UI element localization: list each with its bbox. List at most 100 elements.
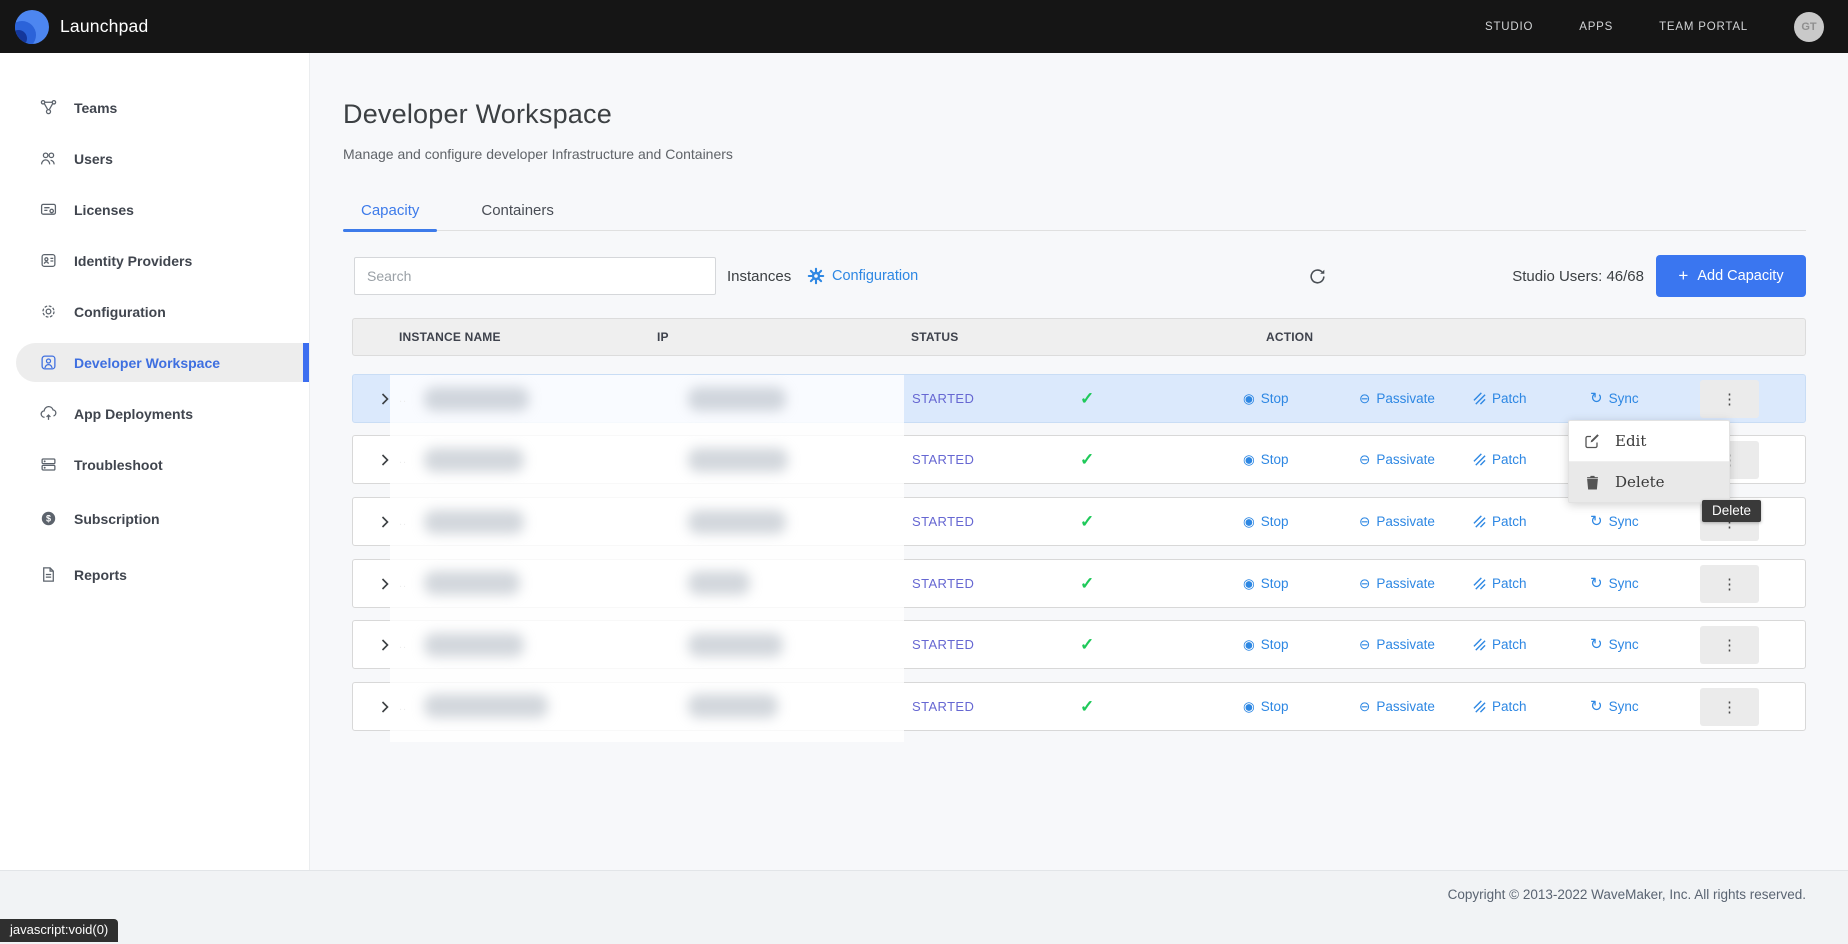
- passivate-label: Passivate: [1376, 391, 1435, 406]
- stop-icon: ◉: [1243, 392, 1255, 406]
- passivate-action[interactable]: ⊖Passivate: [1359, 560, 1435, 607]
- stop-action[interactable]: ◉Stop: [1243, 621, 1289, 668]
- sidebar-item-teams[interactable]: Teams: [0, 82, 309, 133]
- redacted-ip: [688, 387, 786, 411]
- sidebar-item-label: Configuration: [74, 304, 166, 320]
- search-input[interactable]: [354, 257, 716, 295]
- patch-icon: [1473, 638, 1486, 651]
- browser-status-bar: javascript:void(0): [0, 919, 118, 942]
- sync-label: Sync: [1609, 391, 1639, 406]
- sync-label: Sync: [1609, 576, 1639, 591]
- tab-capacity[interactable]: Capacity: [343, 190, 437, 230]
- passivate-action[interactable]: ⊖Passivate: [1359, 683, 1435, 730]
- configuration-link-label: Configuration: [832, 268, 918, 284]
- sync-icon: ↻: [1590, 576, 1603, 591]
- redacted-instance-name: [424, 694, 548, 718]
- sync-icon: ↻: [1590, 514, 1603, 529]
- passivate-icon: ⊖: [1359, 515, 1370, 529]
- row-menu-button[interactable]: ⋮: [1700, 688, 1759, 726]
- sync-action[interactable]: ↻Sync: [1590, 621, 1639, 668]
- menu-item-edit[interactable]: Edit: [1569, 421, 1729, 462]
- sidebar-item-reports[interactable]: Reports: [0, 549, 309, 600]
- expand-chevron-icon[interactable]: [381, 683, 389, 730]
- passivate-action[interactable]: ⊖ Passivate: [1359, 375, 1435, 422]
- delete-tooltip: Delete: [1702, 500, 1761, 522]
- sidebar-item-troubleshoot[interactable]: Troubleshoot: [0, 439, 309, 490]
- expand-chevron-icon[interactable]: [381, 498, 389, 545]
- gear-icon: [807, 267, 825, 285]
- user-avatar[interactable]: GT: [1794, 12, 1824, 42]
- passivate-action[interactable]: ⊖Passivate: [1359, 621, 1435, 668]
- page-title: Developer Workspace: [343, 99, 612, 130]
- stop-label: Stop: [1261, 391, 1289, 406]
- stop-icon: ◉: [1243, 453, 1255, 467]
- sync-action[interactable]: ↻Sync: [1590, 375, 1639, 422]
- refresh-button[interactable]: [1308, 257, 1327, 295]
- sidebar-item-label: Reports: [74, 567, 127, 583]
- identity-providers-icon: [40, 252, 57, 269]
- row-menu-button[interactable]: ⋮: [1700, 626, 1759, 664]
- sidebar-item-identity-providers[interactable]: Identity Providers: [0, 235, 309, 286]
- sidebar-item-label: Developer Workspace: [74, 355, 220, 371]
- column-instance-name: INSTANCE NAME: [399, 319, 501, 355]
- column-status: STATUS: [911, 319, 958, 355]
- expand-chevron-icon[interactable]: [381, 621, 389, 668]
- patch-icon: [1473, 577, 1486, 590]
- stop-icon: ◉: [1243, 638, 1255, 652]
- users-icon: [40, 150, 57, 167]
- configuration-link[interactable]: Configuration: [807, 257, 918, 295]
- stop-action[interactable]: ◉Stop: [1243, 560, 1289, 607]
- stop-action[interactable]: ◉Stop: [1243, 498, 1289, 545]
- patch-action[interactable]: Patch: [1473, 498, 1527, 545]
- passivate-icon: ⊖: [1359, 700, 1370, 714]
- sync-action[interactable]: ↻Sync: [1590, 498, 1639, 545]
- patch-action[interactable]: Patch: [1473, 436, 1527, 483]
- sidebar-item-app-deployments[interactable]: App Deployments: [0, 388, 309, 439]
- top-navbar: Launchpad STUDIO APPS TEAM PORTAL GT: [0, 0, 1848, 53]
- sidebar-item-configuration[interactable]: Configuration: [0, 286, 309, 337]
- page-footer: Copyright © 2013-2022 WaveMaker, Inc. Al…: [0, 870, 1848, 944]
- sidebar-item-label: Identity Providers: [74, 253, 192, 269]
- stop-label: Stop: [1261, 452, 1289, 467]
- stop-icon: ◉: [1243, 577, 1255, 591]
- nav-link-studio[interactable]: STUDIO: [1485, 21, 1533, 33]
- passivate-icon: ⊖: [1359, 392, 1370, 406]
- patch-action[interactable]: Patch: [1473, 375, 1527, 422]
- stop-action[interactable]: ◉Stop: [1243, 683, 1289, 730]
- wavemaker-logo-icon: [15, 10, 49, 44]
- stop-action[interactable]: ◉ Stop: [1243, 436, 1289, 483]
- menu-item-delete[interactable]: Delete: [1569, 462, 1729, 502]
- sync-action[interactable]: ↻ Sync: [1590, 560, 1639, 607]
- passivate-action[interactable]: ⊖Passivate: [1359, 498, 1435, 545]
- row-context-menu: Edit Delete: [1568, 420, 1730, 503]
- expand-chevron-icon[interactable]: [381, 560, 389, 607]
- stop-action[interactable]: ◉ Stop: [1243, 375, 1289, 422]
- passivate-label: Passivate: [1376, 452, 1435, 467]
- nav-link-apps[interactable]: APPS: [1579, 21, 1613, 33]
- row-menu-button[interactable]: ⋮: [1700, 380, 1759, 418]
- redacted-instance-name: [424, 633, 524, 657]
- instances-label: Instances: [727, 257, 791, 295]
- add-capacity-button[interactable]: + Add Capacity: [1656, 255, 1806, 297]
- passivate-label: Passivate: [1376, 637, 1435, 652]
- sync-action[interactable]: ↻Sync: [1590, 683, 1639, 730]
- sidebar-item-subscription[interactable]: $ Subscription: [0, 493, 309, 544]
- status-text: STARTED: [912, 498, 974, 545]
- teams-icon: [40, 99, 57, 116]
- passivate-action[interactable]: ⊖Passivate: [1359, 436, 1435, 483]
- patch-action[interactable]: Patch: [1473, 621, 1527, 668]
- row-menu-button[interactable]: ⋮: [1700, 565, 1759, 603]
- expand-chevron-icon[interactable]: [381, 436, 389, 483]
- tab-bar: Capacity Containers: [343, 190, 1806, 231]
- sidebar-item-users[interactable]: Users: [0, 133, 309, 184]
- nav-link-team-portal[interactable]: TEAM PORTAL: [1659, 21, 1748, 33]
- sidebar-item-developer-workspace[interactable]: Developer Workspace: [0, 337, 309, 388]
- tab-containers[interactable]: Containers: [463, 190, 572, 230]
- patch-icon: [1473, 700, 1486, 713]
- expand-chevron-icon[interactable]: [381, 375, 389, 422]
- stop-label: Stop: [1261, 699, 1289, 714]
- patch-action[interactable]: Patch: [1473, 560, 1527, 607]
- patch-action[interactable]: Patch: [1473, 683, 1527, 730]
- sidebar-item-licenses[interactable]: Licenses: [0, 184, 309, 235]
- menu-item-label: Delete: [1615, 473, 1664, 491]
